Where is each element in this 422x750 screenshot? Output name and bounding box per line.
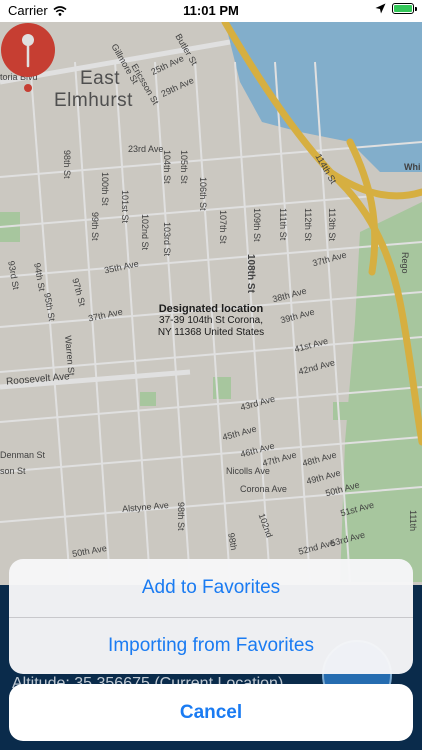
status-time: 11:01 PM <box>183 3 239 18</box>
location-arrow-icon <box>375 3 386 14</box>
cancel-button[interactable]: Cancel <box>9 684 413 741</box>
add-to-favorites-button[interactable]: Add to Favorites <box>9 559 413 617</box>
action-sheet: Add to Favorites Importing from Favorite… <box>9 559 413 674</box>
status-bar: Carrier 11:01 PM <box>0 0 422 22</box>
import-from-favorites-button[interactable]: Importing from Favorites <box>9 618 413 675</box>
battery-icon <box>392 3 417 14</box>
